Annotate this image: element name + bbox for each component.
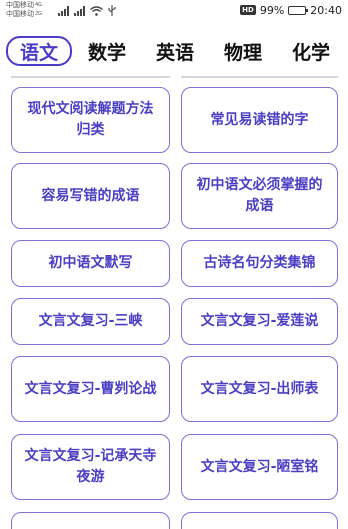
carrier-1: 中国移动4G — [6, 1, 43, 9]
tab-physics[interactable]: 物理 — [218, 36, 268, 66]
usb-icon — [108, 5, 116, 16]
topic-card[interactable]: 文言文复习-记承天寺夜游 — [11, 434, 170, 500]
tab-math[interactable]: 数学 — [82, 36, 132, 66]
topic-card[interactable]: 容易写错的成语 — [11, 163, 170, 229]
topic-card[interactable]: 初中语文默写 — [11, 240, 170, 287]
topic-card[interactable]: 文言文复习-曹刿论战 — [11, 356, 170, 422]
topic-card[interactable]: 文言文复习-陋室铭 — [181, 434, 338, 500]
carrier-info: 中国移动4G 中国移动2G — [6, 1, 42, 19]
topic-card[interactable]: 文言文复习-三峡 — [11, 298, 170, 345]
signal-tag-1: 4G — [35, 2, 43, 8]
topic-card[interactable]: 文言文复习-爱莲说 — [181, 298, 338, 345]
clock: 20:40 — [310, 3, 342, 17]
divider-left — [11, 76, 170, 78]
topic-card[interactable]: 文言文复习-出师表 — [181, 356, 338, 422]
topic-card[interactable]: 常见易读错的字 — [181, 87, 338, 153]
topic-card[interactable]: 初中语文必须掌握的成语 — [181, 163, 338, 229]
signal-bars-icon — [74, 6, 85, 16]
topic-card[interactable]: 古诗名句分类集锦 — [181, 240, 338, 287]
status-bar: 中国移动4G 中国移动2G HD 99% 20:40 — [0, 0, 348, 22]
tab-chemistry[interactable]: 化学 — [286, 36, 336, 66]
subject-tabs: 语文 数学 英语 物理 化学 — [0, 36, 348, 68]
topic-card-partial[interactable] — [181, 512, 338, 529]
signal-tag-2: 2G — [35, 11, 43, 17]
signal-icons — [58, 4, 116, 16]
topic-card-partial[interactable] — [11, 512, 170, 529]
divider-right — [181, 76, 338, 78]
status-right: HD 99% 20:40 — [240, 2, 342, 18]
wifi-icon — [90, 6, 103, 16]
tab-english[interactable]: 英语 — [150, 36, 200, 66]
topic-card[interactable]: 现代文阅读解题方法归类 — [11, 87, 170, 153]
battery-icon — [288, 5, 309, 15]
tab-chinese[interactable]: 语文 — [6, 36, 72, 66]
hd-badge: HD — [240, 5, 256, 15]
signal-bars-icon — [58, 6, 69, 16]
carrier-2: 中国移动2G — [6, 10, 43, 18]
battery-percent: 99% — [259, 3, 285, 17]
